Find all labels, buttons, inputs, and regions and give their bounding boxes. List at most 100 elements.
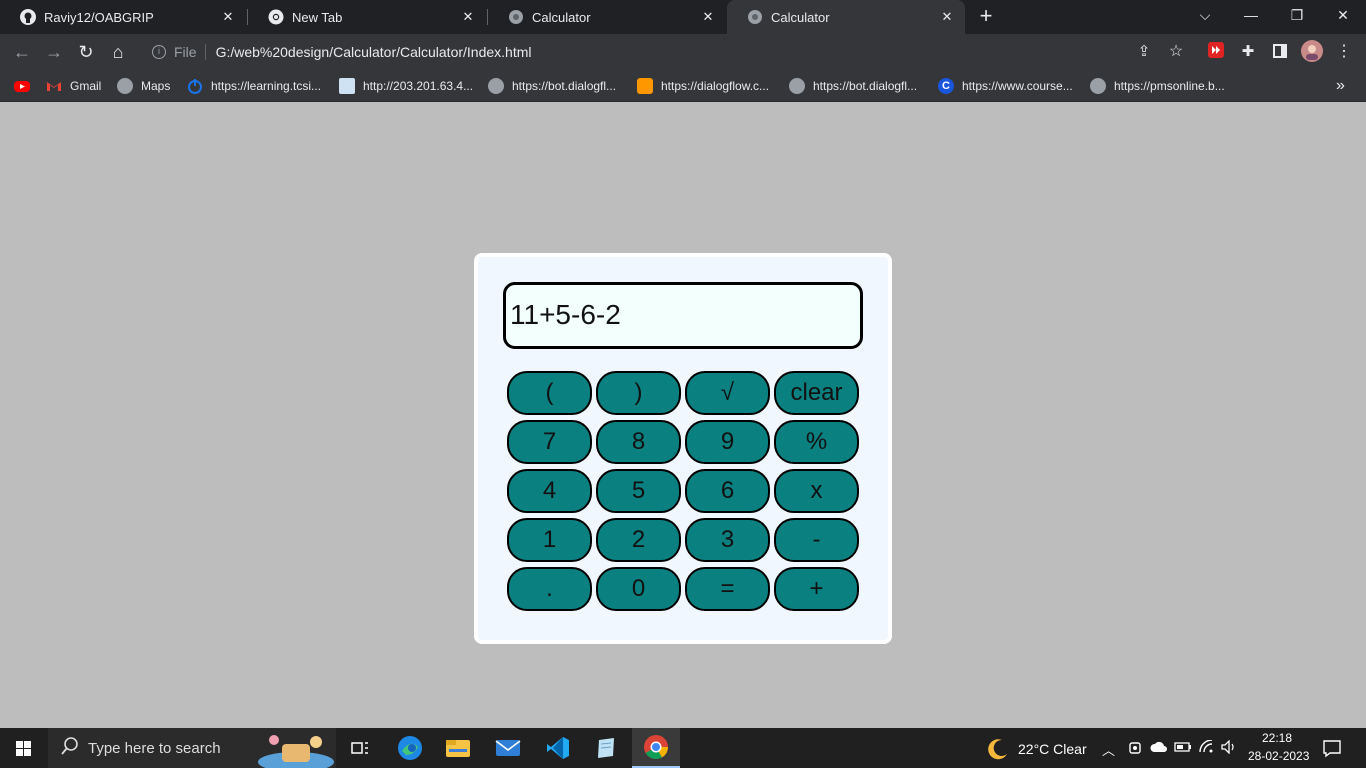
key-5[interactable]: 5 xyxy=(596,469,681,513)
side-panel-icon[interactable] xyxy=(1268,40,1292,64)
address-bar[interactable]: i File G:/web%20design/Calculator/Calcul… xyxy=(140,38,1200,66)
scheme-label: File xyxy=(174,44,197,60)
key-minus[interactable]: - xyxy=(774,518,859,562)
tab-calculator-active[interactable]: Calculator ✕ xyxy=(727,0,965,34)
key-3[interactable]: 3 xyxy=(685,518,770,562)
image-icon xyxy=(339,78,355,94)
home-icon[interactable]: ⌂ xyxy=(106,40,130,64)
bookmark-bot-dialogflow[interactable]: https://bot.dialogfl... xyxy=(488,76,616,96)
close-tab-icon[interactable]: ✕ xyxy=(460,9,476,25)
globe-icon xyxy=(1090,78,1106,94)
bookmark-203[interactable]: http://203.201.63.4... xyxy=(339,76,473,96)
volume-icon[interactable] xyxy=(1220,739,1238,759)
chrome-icon xyxy=(268,9,284,25)
bookmark-label: https://www.course... xyxy=(962,79,1073,93)
bookmark-coursera[interactable]: C https://www.course... xyxy=(938,76,1073,96)
globe-icon xyxy=(789,78,805,94)
tab-strip: Raviy12/OABGRIP ✕ New Tab ✕ Calculator ✕… xyxy=(0,0,1366,34)
extensions-puzzle-icon[interactable]: ✚ xyxy=(1236,40,1260,64)
bookmark-bot-dialogflow-2[interactable]: https://bot.dialogfl... xyxy=(789,76,917,96)
key-clear[interactable]: clear xyxy=(774,371,859,415)
key-2[interactable]: 2 xyxy=(596,518,681,562)
key-9[interactable]: 9 xyxy=(685,420,770,464)
power-icon xyxy=(187,78,203,94)
bookmark-star-icon[interactable]: ☆ xyxy=(1164,40,1188,64)
forward-arrow-icon[interactable]: → xyxy=(42,40,66,64)
globe-icon xyxy=(117,78,133,94)
key-1[interactable]: 1 xyxy=(507,518,592,562)
notification-icon[interactable] xyxy=(1322,738,1342,763)
restore-icon[interactable]: ❐ xyxy=(1274,0,1320,30)
share-icon[interactable]: ⇪ xyxy=(1132,40,1156,64)
tab-github[interactable]: Raviy12/OABGRIP ✕ xyxy=(0,0,246,34)
profile-avatar[interactable] xyxy=(1300,40,1324,64)
bookmark-dialogflow[interactable]: https://dialogflow.c... xyxy=(637,76,769,96)
tab-title: Raviy12/OABGRIP xyxy=(44,9,154,25)
vscode-icon[interactable] xyxy=(534,728,582,768)
minimize-icon[interactable]: — xyxy=(1228,0,1274,30)
key-4[interactable]: 4 xyxy=(507,469,592,513)
bookmark-label: https://learning.tcsi... xyxy=(211,79,322,93)
dialogflow-icon xyxy=(637,78,653,94)
globe-icon xyxy=(488,78,504,94)
edge-icon[interactable] xyxy=(386,728,434,768)
close-tab-icon[interactable]: ✕ xyxy=(220,9,236,25)
key-percent[interactable]: % xyxy=(774,420,859,464)
meet-now-icon[interactable] xyxy=(1128,740,1142,761)
key-close-paren[interactable]: ) xyxy=(596,371,681,415)
bookmark-youtube[interactable] xyxy=(14,76,38,96)
moon-weather-icon[interactable] xyxy=(986,737,1010,766)
key-multiply[interactable]: x xyxy=(774,469,859,513)
tab-search-chevron-icon[interactable]: ⌵ xyxy=(1182,0,1228,30)
info-icon[interactable]: i xyxy=(152,45,166,59)
key-sqrt[interactable]: √ xyxy=(685,371,770,415)
key-7[interactable]: 7 xyxy=(507,420,592,464)
key-0[interactable]: 0 xyxy=(596,567,681,611)
chrome-taskbar-icon[interactable] xyxy=(632,728,680,768)
bookmark-gmail[interactable]: Gmail xyxy=(46,76,101,96)
new-tab-plus-icon[interactable]: + xyxy=(974,5,998,29)
key-open-paren[interactable]: ( xyxy=(507,371,592,415)
bookmarks-bar: Gmail Maps https://learning.tcsi... http… xyxy=(0,70,1366,102)
windows-start-icon[interactable] xyxy=(0,728,48,768)
tab-new-tab[interactable]: New Tab ✕ xyxy=(248,0,486,34)
close-tab-icon[interactable]: ✕ xyxy=(700,9,716,25)
key-8[interactable]: 8 xyxy=(596,420,681,464)
menu-kebab-icon[interactable]: ⋮ xyxy=(1332,40,1356,64)
url-text[interactable]: G:/web%20design/Calculator/Calculator/In… xyxy=(216,44,532,60)
bookmark-label: https://pmsonline.b... xyxy=(1114,79,1225,93)
key-equals[interactable]: = xyxy=(685,567,770,611)
key-plus[interactable]: + xyxy=(774,567,859,611)
calculator-display[interactable]: 11+5-6-2 xyxy=(503,282,863,349)
search-highlight-illustration xyxy=(256,728,336,768)
notepad-icon[interactable] xyxy=(582,728,630,768)
weather-text[interactable]: 22°C Clear xyxy=(1018,741,1087,757)
bookmark-learning[interactable]: https://learning.tcsi... xyxy=(187,76,321,96)
taskbar-search-box[interactable]: Type here to search xyxy=(48,728,336,768)
wifi-icon[interactable] xyxy=(1198,739,1216,759)
bookmark-pmsonline[interactable]: https://pmsonline.b... xyxy=(1090,76,1225,96)
tab-calculator[interactable]: Calculator ✕ xyxy=(488,0,726,34)
battery-icon[interactable] xyxy=(1174,740,1192,759)
file-explorer-icon[interactable] xyxy=(434,728,482,768)
key-decimal[interactable]: . xyxy=(507,567,592,611)
clock-date[interactable]: 28-02-2023 xyxy=(1248,749,1309,763)
bookmark-label: Maps xyxy=(141,79,171,93)
back-arrow-icon[interactable]: ← xyxy=(10,40,34,64)
bookmark-maps[interactable]: Maps xyxy=(117,76,170,96)
youtube-icon xyxy=(14,80,30,92)
key-6[interactable]: 6 xyxy=(685,469,770,513)
globe-icon xyxy=(508,9,524,25)
mail-icon[interactable] xyxy=(484,728,532,768)
reload-icon[interactable]: ↻ xyxy=(74,40,98,64)
close-window-icon[interactable]: ✕ xyxy=(1320,0,1366,30)
task-view-icon[interactable] xyxy=(336,728,384,768)
bookmark-label: Gmail xyxy=(70,79,102,93)
onedrive-cloud-icon[interactable] xyxy=(1150,740,1168,759)
more-bookmarks-icon[interactable]: » xyxy=(1336,76,1345,96)
extension-red-icon[interactable] xyxy=(1204,40,1228,64)
clock-time[interactable]: 22:18 xyxy=(1262,731,1292,745)
chevron-up-icon[interactable]: ︿ xyxy=(1102,740,1115,759)
close-tab-icon[interactable]: ✕ xyxy=(939,9,955,25)
github-icon xyxy=(20,9,36,25)
